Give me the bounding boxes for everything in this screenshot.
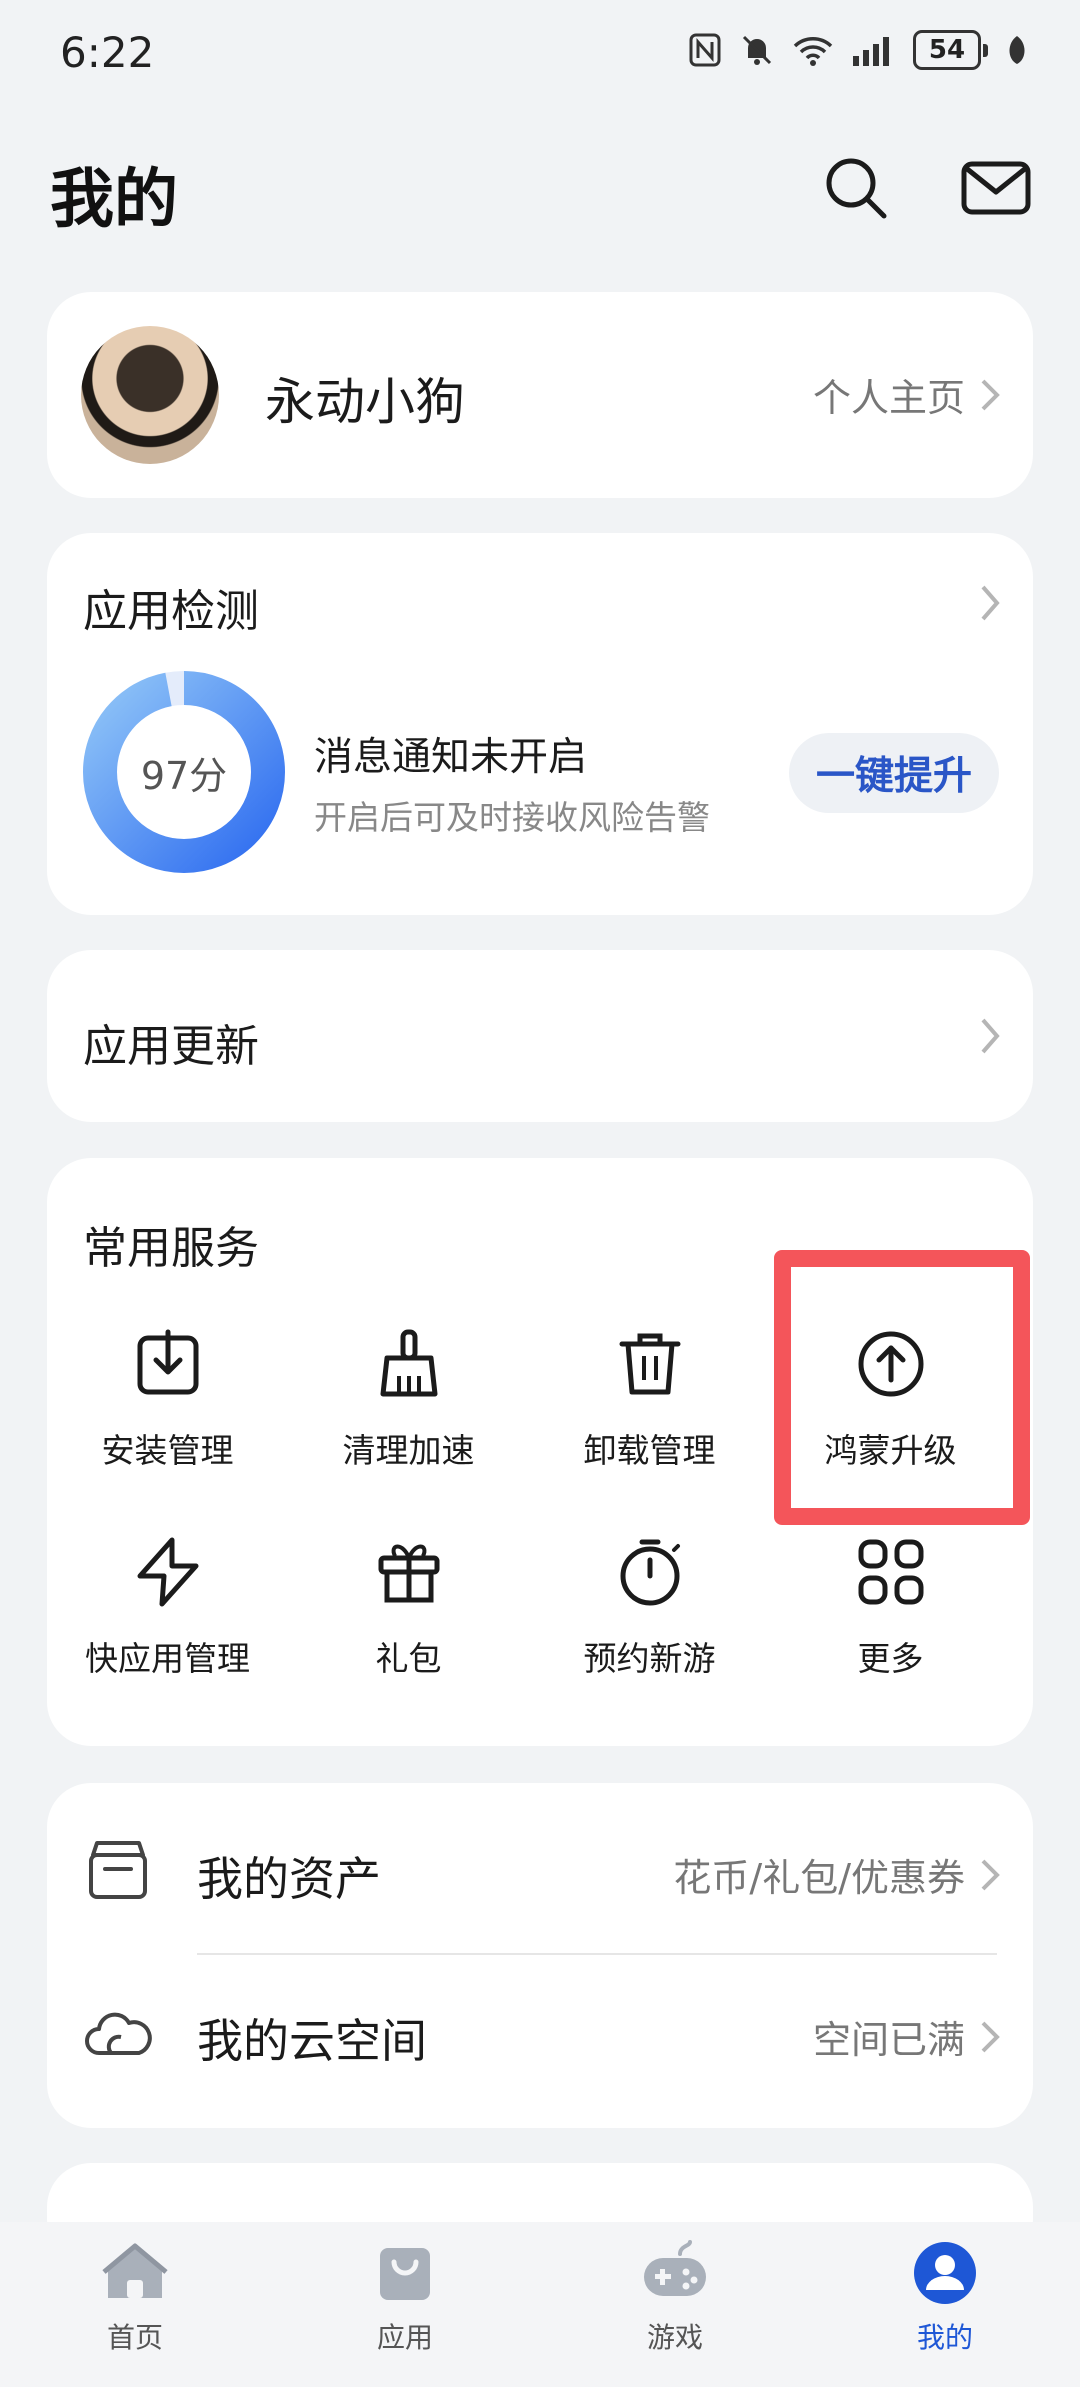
- status-bar: 6:22 54: [0, 0, 1080, 110]
- nfc-icon: [689, 33, 721, 67]
- nav-label: 应用: [376, 2321, 433, 2354]
- profile-card[interactable]: 永动小狗 个人主页: [47, 292, 1033, 498]
- chevron-right-icon: [981, 2021, 1000, 2052]
- highlight-box: [774, 1250, 1030, 1525]
- avatar[interactable]: [81, 326, 219, 464]
- battery-indicator: 54: [913, 30, 988, 70]
- nav-home[interactable]: 首页: [60, 2240, 210, 2356]
- service-label: 清理加速: [342, 1431, 475, 1470]
- service-clean[interactable]: 清理加速: [288, 1328, 529, 1472]
- service-label: 预约新游: [583, 1639, 716, 1678]
- nav-games[interactable]: 游戏: [600, 2240, 750, 2356]
- wifi-icon: [793, 37, 833, 66]
- wallet-icon: [89, 1841, 147, 1899]
- app-update-card[interactable]: 应用更新: [47, 950, 1033, 1122]
- trash-icon: [619, 1333, 680, 1395]
- app-check-title: 应用检测: [83, 586, 259, 637]
- service-install[interactable]: 安装管理: [47, 1328, 288, 1472]
- service-label: 更多: [857, 1639, 924, 1678]
- asset-row-title: 我的资产: [197, 1852, 381, 1906]
- profile-link-label: 个人主页: [812, 376, 965, 420]
- signal-icon: [853, 37, 889, 66]
- chevron-right-icon: [981, 1018, 1000, 1054]
- service-gift[interactable]: 礼包: [288, 1536, 529, 1680]
- home-icon: [102, 2243, 168, 2298]
- gift-icon: [378, 1544, 439, 1603]
- status-time: 6:22: [60, 28, 155, 77]
- asset-row-detail: 空间已满: [813, 2009, 1001, 2064]
- nav-apps[interactable]: 应用: [330, 2240, 480, 2356]
- search-icon[interactable]: [818, 150, 894, 226]
- mute-bell-icon: [742, 35, 772, 65]
- services-title: 常用服务: [83, 1223, 259, 1274]
- chevron-right-icon[interactable]: [979, 583, 1001, 623]
- boost-button[interactable]: 一键提升: [789, 733, 999, 813]
- profile-link[interactable]: 个人主页: [813, 367, 1001, 422]
- leaf-icon: [1009, 36, 1025, 64]
- nav-label: 我的: [916, 2321, 973, 2354]
- alert-subtitle: 开启后可及时接收风险告警: [314, 798, 710, 837]
- app-update-title: 应用更新: [83, 1021, 259, 1072]
- mail-icon[interactable]: [958, 150, 1034, 226]
- app-bag-icon: [380, 2248, 430, 2300]
- more-grid-icon: [858, 1539, 923, 1605]
- alert-title: 消息通知未开启: [314, 735, 588, 780]
- bottom-nav: 首页 应用 游戏 我的: [0, 2222, 1080, 2387]
- page-title: 我的: [50, 163, 178, 237]
- asset-row-detail-text: 空间已满: [812, 2018, 965, 2062]
- assets-card: 我的资产 花币/礼包/优惠券 我的云空间 空间已满: [47, 1783, 1033, 2128]
- battery-tip: [983, 43, 988, 57]
- nav-label: 游戏: [646, 2321, 703, 2354]
- quick-app-icon: [137, 1537, 198, 1607]
- service-quick-app[interactable]: 快应用管理: [47, 1536, 288, 1680]
- cloud-icon: [85, 2012, 152, 2055]
- asset-row-title: 我的云空间: [197, 2014, 427, 2068]
- score-value: 97分: [140, 753, 228, 798]
- app-check-card[interactable]: 应用检测 97分 消息通知未开启 开启后可及时接收风险告警 一键提升: [47, 533, 1033, 915]
- battery-level: 54: [913, 30, 981, 70]
- service-label: 卸载管理: [583, 1431, 716, 1470]
- broom-icon: [380, 1329, 437, 1397]
- service-label: 安装管理: [101, 1431, 234, 1470]
- install-icon: [137, 1329, 198, 1395]
- service-label: 礼包: [375, 1639, 442, 1678]
- profile-icon: [914, 2242, 976, 2304]
- chevron-right-icon: [981, 1859, 1000, 1890]
- service-reserve-games[interactable]: 预约新游: [529, 1536, 770, 1680]
- stopwatch-icon: [620, 1539, 680, 1606]
- divider: [197, 1953, 997, 1955]
- status-icons: 54: [687, 30, 1030, 70]
- asset-row-detail: 花币/礼包/优惠券: [673, 1847, 1001, 1902]
- chevron-right-icon: [981, 379, 1000, 410]
- asset-row-detail-text: 花币/礼包/优惠券: [673, 1856, 965, 1900]
- service-label: 快应用管理: [85, 1639, 250, 1678]
- nav-label: 首页: [106, 2321, 163, 2354]
- service-more[interactable]: 更多: [770, 1536, 1011, 1680]
- nav-mine[interactable]: 我的: [870, 2240, 1020, 2356]
- user-name: 永动小狗: [265, 373, 465, 431]
- gamepad-icon: [644, 2240, 706, 2296]
- service-uninstall[interactable]: 卸载管理: [529, 1328, 770, 1472]
